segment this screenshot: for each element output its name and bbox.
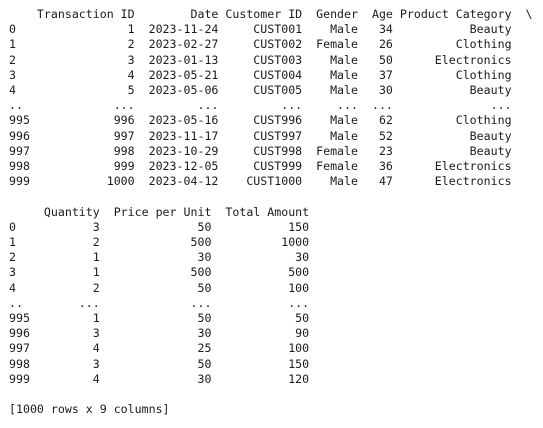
table1-row: 996 997 2023-11-17 CUST997 Male 52 Beaut…	[9, 128, 512, 143]
table2-row: 3 1 500 500	[9, 265, 310, 280]
table2-row: 999 4 30 120	[9, 371, 310, 386]
table1-row: 0 1 2023-11-24 CUST001 Male 34 Beauty	[9, 22, 512, 37]
table2-row: 2 1 30 30	[9, 250, 310, 265]
table2-row: 0 3 50 150	[9, 219, 310, 234]
table2-header: Quantity Price per Unit Total Amount	[9, 204, 310, 219]
table1-row: 1 2 2023-02-27 CUST002 Female 26 Clothin…	[9, 37, 512, 52]
table2-ellipsis-row: .. ... ... ...	[9, 295, 310, 310]
table1-header: Transaction ID Date Customer ID Gender A…	[9, 7, 533, 21]
table1-row: 997 998 2023-10-29 CUST998 Female 23 Bea…	[9, 143, 512, 158]
table1-row: 3 4 2023-05-21 CUST004 Male 37 Clothing	[9, 67, 512, 82]
table1-row: 999 1000 2023-04-12 CUST1000 Male 47 Ele…	[9, 174, 512, 189]
table2-row: 4 2 50 100	[9, 280, 310, 295]
console-output: Transaction ID Date Customer ID Gender A…	[9, 7, 541, 425]
table2-row: 995 1 50 50	[9, 311, 310, 325]
table1-row: 4 5 2023-05-06 CUST005 Male 30 Beauty	[9, 83, 512, 97]
table2-row: 997 4 25 100	[9, 341, 310, 356]
table2-row: 996 3 30 90	[9, 326, 310, 341]
table1-row: 998 999 2023-12-05 CUST999 Female 36 Ele…	[9, 159, 512, 173]
table1-row: 995 996 2023-05-16 CUST996 Male 62 Cloth…	[9, 113, 512, 128]
table1-row: 2 3 2023-01-13 CUST003 Male 50 Electroni…	[9, 52, 512, 67]
table2-row: 1 2 500 1000	[9, 235, 310, 249]
table2-row: 998 3 50 150	[9, 356, 310, 371]
table1-ellipsis-row: .. ... ... ... ... ... ...	[9, 98, 512, 113]
dataframe-shape-summary: [1000 rows x 9 columns]	[9, 402, 170, 417]
